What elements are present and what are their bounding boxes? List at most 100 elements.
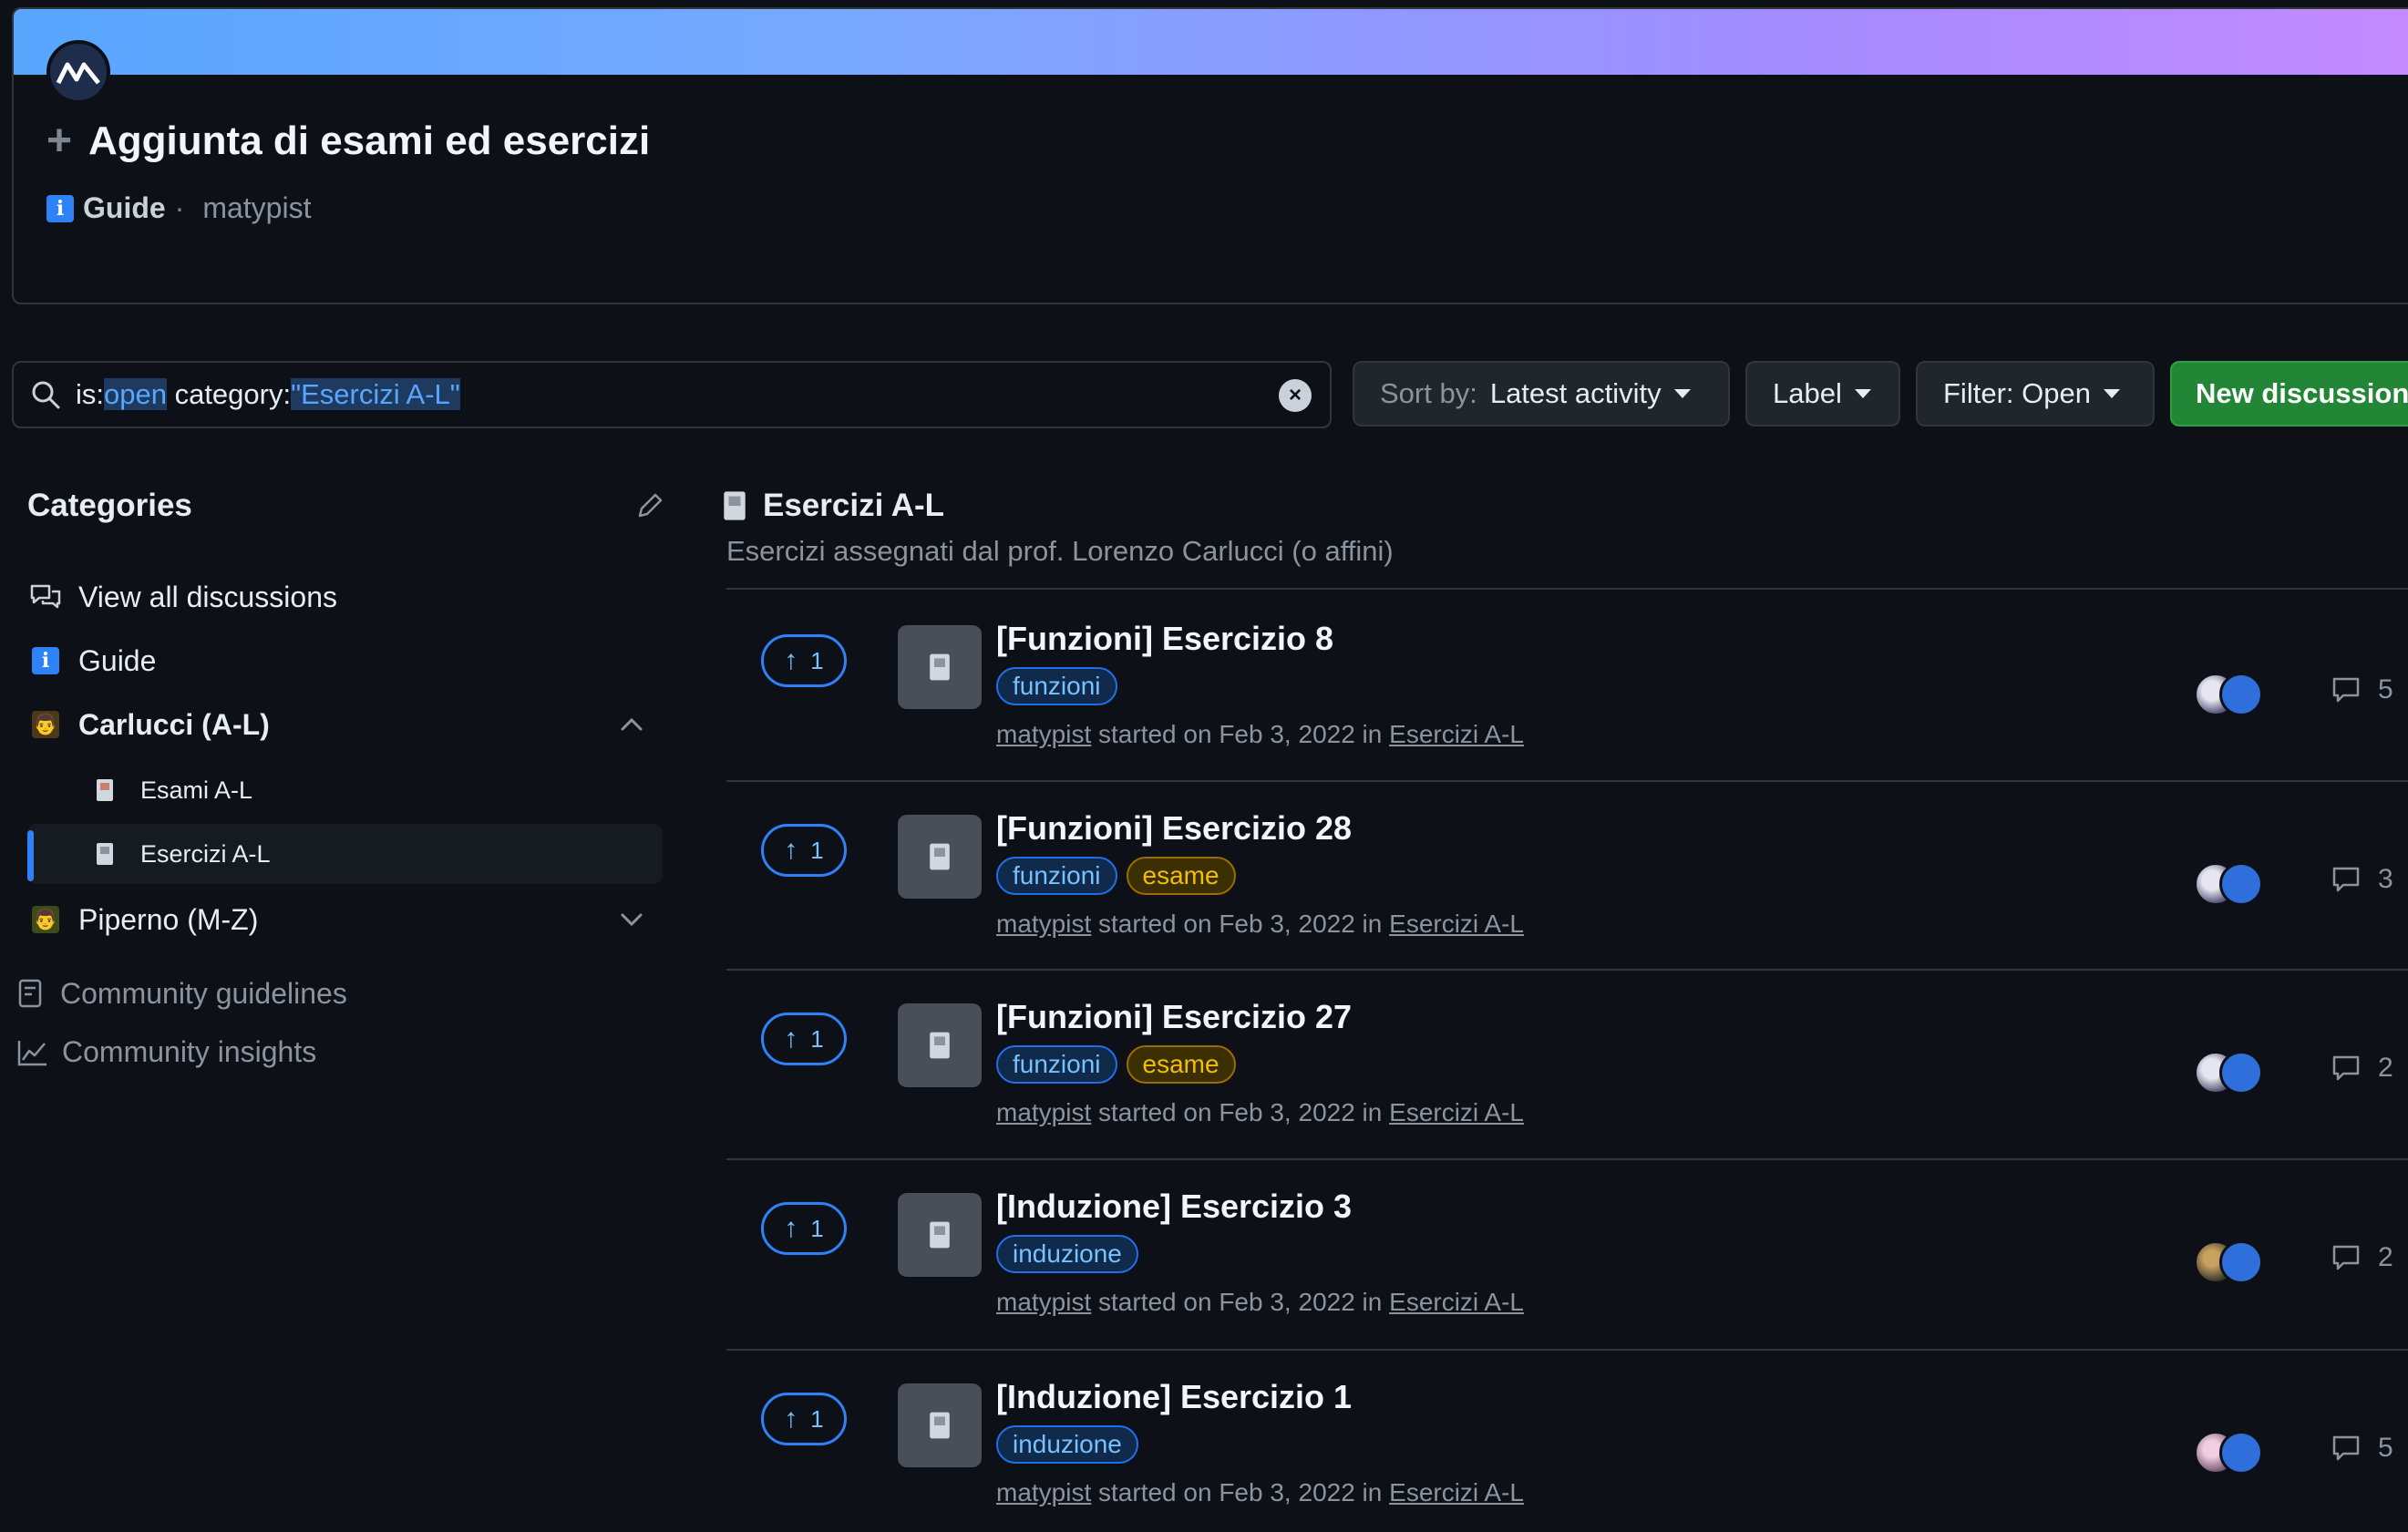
sidebar-item-piperno[interactable]: 👨 Piperno (M-Z): [27, 889, 663, 950]
label-badge[interactable]: esame: [1126, 857, 1236, 895]
discussion-title[interactable]: [Induzione] Esercizio 1: [996, 1378, 1352, 1416]
discussion-meta: matypist started on Feb 3, 2022 in Eserc…: [996, 1098, 1524, 1127]
avatar[interactable]: [2219, 1051, 2263, 1095]
comment-count: 2: [2331, 1053, 2393, 1084]
label-badge[interactable]: induzione: [996, 1235, 1138, 1273]
participant-avatars: [2194, 673, 2263, 716]
search-query[interactable]: is:open category:"Esercizi A-L": [76, 378, 460, 411]
author-link[interactable]: matypist: [996, 720, 1091, 748]
author-link[interactable]: matypist: [996, 1478, 1091, 1506]
comment-number: 2: [2378, 1053, 2393, 1083]
clear-search-button[interactable]: ×: [1279, 379, 1312, 412]
chevron-down-icon[interactable]: [619, 910, 644, 929]
category-link[interactable]: Esercizi A-L: [1389, 720, 1524, 748]
label-badge[interactable]: induzione: [996, 1425, 1138, 1464]
label-badge[interactable]: funzioni: [996, 667, 1117, 705]
discussion-title[interactable]: [Funzioni] Esercizio 28: [996, 809, 1352, 848]
label-filter-button[interactable]: Label: [1745, 361, 1900, 427]
started-text: started on Feb 3, 2022 in: [1091, 910, 1390, 938]
comment-number: 2: [2378, 1242, 2393, 1272]
upvote-button[interactable]: ↑ 1: [761, 1202, 847, 1255]
notebook-icon: [97, 843, 113, 865]
label-badge[interactable]: esame: [1126, 1045, 1236, 1084]
upvote-button[interactable]: ↑ 1: [761, 1013, 847, 1065]
pencil-icon[interactable]: [634, 490, 665, 521]
label-badge[interactable]: funzioni: [996, 857, 1117, 895]
comment-number: 5: [2378, 674, 2393, 704]
vote-count: 1: [810, 1024, 824, 1053]
discussion-title[interactable]: [Induzione] Esercizio 3: [996, 1188, 1352, 1226]
category-header: Esercizi A-L: [724, 488, 944, 524]
discussion-row[interactable]: ↑ 1 [Induzione] Esercizio 1 induzione mat…: [726, 1351, 2408, 1532]
author-link[interactable]: matypist: [996, 910, 1091, 938]
started-text: started on Feb 3, 2022 in: [1091, 720, 1390, 748]
avatar[interactable]: [2219, 1431, 2263, 1475]
sidebar-item-view-all[interactable]: View all discussions: [27, 567, 663, 627]
search-input[interactable]: is:open category:"Esercizi A-L" ×: [12, 361, 1332, 428]
author-link[interactable]: matypist: [996, 1288, 1091, 1316]
notebook-icon: [930, 653, 950, 681]
author-link[interactable]: matypist: [996, 1098, 1091, 1126]
arrow-up-icon: ↑: [784, 1023, 798, 1054]
comment-count: 5: [2331, 1433, 2393, 1464]
discussion-row[interactable]: ↑ 1 [Induzione] Esercizio 3 induzione mat…: [726, 1160, 2408, 1348]
new-discussion-button[interactable]: New discussion: [2170, 361, 2408, 427]
pinned-title[interactable]: Aggiunta di esami ed esercizi: [88, 118, 650, 164]
discussion-title[interactable]: [Funzioni] Esercizio 27: [996, 998, 1352, 1036]
arrow-up-icon: ↑: [784, 645, 798, 675]
sidebar-item-carlucci[interactable]: 👨 Carlucci (A-L): [27, 694, 663, 755]
sidebar-item-guide[interactable]: i Guide: [27, 631, 663, 691]
discussion-row[interactable]: ↑ 1 [Funzioni] Esercizio 28 funzioni esam…: [726, 782, 2408, 970]
guidelines-icon: [18, 979, 42, 1007]
pinned-gradient-banner: [14, 9, 2408, 75]
avatar[interactable]: [2219, 1240, 2263, 1284]
discussion-meta: matypist started on Feb 3, 2022 in Eserc…: [996, 1288, 1524, 1317]
upvote-button[interactable]: ↑ 1: [761, 1393, 847, 1445]
footer-link-label: Community guidelines: [60, 977, 347, 1010]
pinned-discussion-card[interactable]: + Aggiunta di esami ed esercizi i Guide …: [12, 7, 2408, 304]
vote-count: 1: [810, 836, 824, 864]
comment-number: 5: [2378, 1433, 2393, 1463]
category-thumbnail: [898, 1003, 982, 1087]
category-link[interactable]: Esercizi A-L: [1389, 910, 1524, 938]
community-guidelines-link[interactable]: Community guidelines: [16, 977, 347, 1011]
upvote-button[interactable]: ↑ 1: [761, 634, 847, 687]
pinned-category[interactable]: Guide: [83, 191, 166, 225]
arrow-up-icon: ↑: [784, 1213, 798, 1243]
sidebar-item-esercizi[interactable]: Esercizi A-L: [27, 824, 663, 884]
sidebar-item-label: View all discussions: [78, 580, 337, 613]
avatar[interactable]: [46, 40, 110, 104]
pinned-title-row[interactable]: + Aggiunta di esami ed esercizi: [46, 118, 650, 164]
footer-link-label: Community insights: [62, 1035, 317, 1068]
active-indicator: [27, 830, 34, 881]
comment-count: 2: [2331, 1242, 2393, 1273]
upvote-button[interactable]: ↑ 1: [761, 824, 847, 877]
sort-button[interactable]: Sort by: Latest activity: [1353, 361, 1730, 427]
pinned-author[interactable]: matypist: [202, 191, 311, 225]
discussion-row[interactable]: ↑ 1 [Funzioni] Esercizio 8 funzioni matyp…: [726, 592, 2408, 780]
vote-count: 1: [810, 1404, 824, 1433]
avatar[interactable]: [2219, 862, 2263, 906]
notebook-icon: [930, 843, 950, 870]
category-link[interactable]: Esercizi A-L: [1389, 1098, 1524, 1126]
avatar[interactable]: [2219, 673, 2263, 716]
community-insights-link[interactable]: Community insights: [16, 1035, 316, 1069]
label-button-text: Label: [1773, 377, 1842, 409]
sidebar-item-esami[interactable]: Esami A-L: [27, 760, 663, 820]
filter-button[interactable]: Filter: Open: [1916, 361, 2155, 427]
discussion-title[interactable]: [Funzioni] Esercizio 8: [996, 620, 1333, 658]
meta-separator: ·: [174, 191, 185, 224]
category-link[interactable]: Esercizi A-L: [1389, 1288, 1524, 1316]
label-badge[interactable]: funzioni: [996, 1045, 1117, 1084]
divider: [726, 588, 2408, 590]
category-description: Esercizi assegnati dal prof. Lorenzo Car…: [726, 535, 1394, 567]
notebook-icon: [97, 779, 113, 801]
chevron-up-icon[interactable]: [619, 715, 644, 734]
sort-prefix: Sort by:: [1380, 377, 1477, 409]
category-link[interactable]: Esercizi A-L: [1389, 1478, 1524, 1506]
categories-title: Categories: [27, 488, 192, 523]
filter-button-text: Filter: Open: [1943, 377, 2091, 409]
notebook-icon: [930, 1221, 950, 1249]
comment-icon: [2332, 1435, 2360, 1461]
discussion-row[interactable]: ↑ 1 [Funzioni] Esercizio 27 funzioni esam…: [726, 971, 2408, 1158]
